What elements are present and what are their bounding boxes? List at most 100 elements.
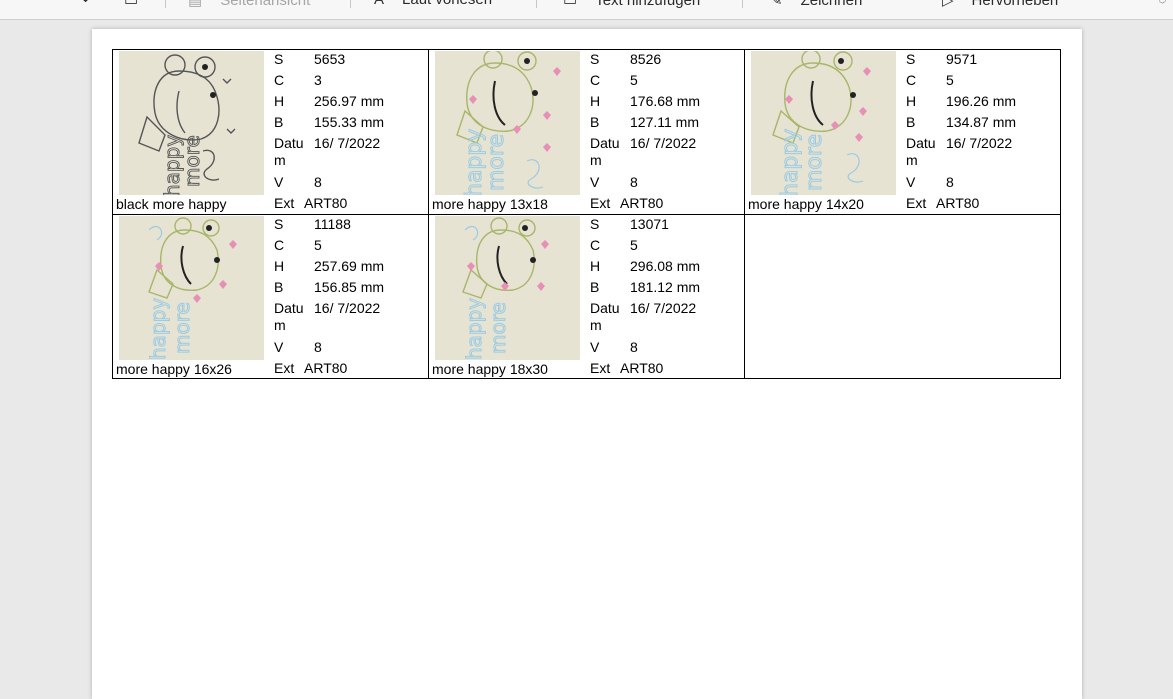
design-name: black more happy [116, 196, 227, 212]
fit-page-button[interactable]: ▭ [124, 0, 138, 9]
draw-button[interactable]: ✎ Zeichnen [770, 0, 862, 9]
svg-text:more: more [802, 134, 827, 191]
svg-text:happy: happy [778, 129, 803, 195]
svg-text:more: more [180, 135, 204, 187]
design-cell: happy more more happy 13x18 S 8526 C 5 H 17… [429, 50, 745, 215]
page-view-button[interactable]: ▤ Seitenansicht [188, 0, 310, 9]
width-label: B [906, 114, 916, 130]
width-label: B [590, 279, 600, 295]
date-value: 16/ 7/2022 [630, 300, 697, 316]
height-label: H [274, 93, 285, 109]
add-text-icon: ▭ [563, 0, 578, 9]
draw-label: Zeichnen [800, 0, 863, 9]
height-value: 257.69 mm [314, 258, 385, 274]
frog-design-image: happy more [772, 51, 871, 195]
frog-design-image: happy more [146, 217, 237, 360]
stitch-count-value: 11188 [314, 216, 351, 232]
width-value: 155.33 mm [314, 114, 385, 130]
page-view-label: Seitenansicht [220, 0, 311, 9]
design-cell: happy more black more happy S 5653 C 3 H 25… [113, 50, 429, 215]
highlight-label: Hervorheben [971, 0, 1059, 9]
design-thumbnail: happy more [435, 216, 580, 360]
height-value: 296.08 mm [630, 258, 701, 274]
svg-text:more: more [170, 302, 194, 354]
width-value: 134.87 mm [946, 114, 1017, 130]
version-label: V [274, 174, 284, 190]
rotate-icon: ↶ [82, 0, 95, 9]
frog-design-image: happy more [138, 54, 236, 195]
page-view-icon: ▤ [188, 0, 203, 9]
toolbar-tool-partial[interactable]: ⌐ [0, 0, 3, 8]
stitch-count-label: S [906, 51, 916, 67]
frog-design-image: happy more [456, 51, 561, 195]
design-name: more happy 13x18 [432, 196, 548, 212]
stitch-count-value: 8526 [630, 51, 662, 67]
erase-button[interactable]: ◌ [1158, 0, 1167, 8]
date-label: Datu m [590, 300, 620, 333]
width-value: 156.85 mm [314, 279, 385, 295]
date-label: Datu m [590, 135, 620, 168]
read-aloud-label: Laut vorlesen [402, 0, 492, 8]
stitch-count-value: 5653 [314, 51, 346, 67]
height-label: H [274, 258, 285, 274]
pdf-toolbar: ⌐ ↶ ▭ ▤ Seitenansicht A Laut vorlesen ▭ … [0, 0, 1173, 20]
add-text-button[interactable]: ▭ Text hinzufügen [563, 0, 700, 9]
design-cell: happy more more happy 18x30 S 13071 C 5 H 2… [429, 215, 745, 380]
color-count-value: 5 [314, 237, 322, 253]
version-label: V [274, 339, 284, 355]
version-value: 8 [946, 174, 954, 190]
width-label: B [274, 279, 284, 295]
stitch-count-label: S [274, 216, 284, 232]
highlight-button[interactable]: ▷ Hervorheben [942, 0, 1058, 9]
svg-text:happy: happy [146, 298, 170, 360]
version-value: 8 [314, 339, 322, 355]
rotate-button[interactable]: ↶ [82, 0, 95, 9]
design-thumbnail: happy more [751, 51, 896, 195]
version-label: V [590, 174, 600, 190]
extension-value: ART80 [620, 195, 664, 211]
design-name: more happy 14x20 [748, 196, 864, 212]
version-value: 8 [630, 174, 638, 190]
height-value: 256.97 mm [314, 93, 385, 109]
frog-design-image: happy more [462, 217, 549, 360]
date-label: Datu m [906, 135, 936, 168]
version-value: 8 [630, 339, 638, 355]
stitch-count-value: 9571 [946, 51, 978, 67]
version-label: V [906, 174, 916, 190]
date-value: 16/ 7/2022 [314, 300, 381, 316]
svg-text:more: more [486, 302, 510, 354]
read-aloud-icon: A [374, 0, 384, 8]
design-thumbnail: happy more [119, 51, 264, 195]
extension-value: ART80 [304, 360, 348, 376]
version-label: V [590, 339, 600, 355]
color-count-value: 5 [630, 237, 638, 253]
width-label: B [590, 114, 600, 130]
svg-text:happy: happy [462, 298, 486, 360]
cursor-icon: ⌐ [0, 0, 3, 8]
date-value: 16/ 7/2022 [946, 135, 1013, 151]
color-count-value: 5 [630, 72, 638, 88]
height-label: H [590, 93, 601, 109]
design-thumbnail: happy more [119, 216, 264, 360]
design-name: more happy 18x30 [432, 361, 548, 377]
date-label: Datu m [274, 135, 304, 168]
toolbar-separator [165, 0, 166, 8]
extension-value: ART80 [304, 195, 348, 211]
stitch-count-value: 13071 [630, 216, 669, 232]
date-value: 16/ 7/2022 [630, 135, 697, 151]
svg-text:more: more [484, 134, 509, 191]
width-label: B [274, 114, 284, 130]
extension-value: ART80 [936, 195, 980, 211]
draw-icon: ✎ [770, 0, 783, 9]
height-label: H [590, 258, 601, 274]
read-aloud-button[interactable]: A Laut vorlesen [374, 0, 492, 8]
design-thumbnail: happy more [435, 51, 580, 195]
highlight-icon: ▷ [942, 0, 954, 9]
height-label: H [906, 93, 917, 109]
design-table: happy more black more happy S 5653 C 3 H 25… [112, 49, 1061, 379]
color-count-label: C [274, 237, 285, 253]
height-value: 196.26 mm [946, 93, 1017, 109]
toolbar-separator [350, 0, 351, 8]
version-value: 8 [314, 174, 322, 190]
color-count-label: C [590, 237, 601, 253]
